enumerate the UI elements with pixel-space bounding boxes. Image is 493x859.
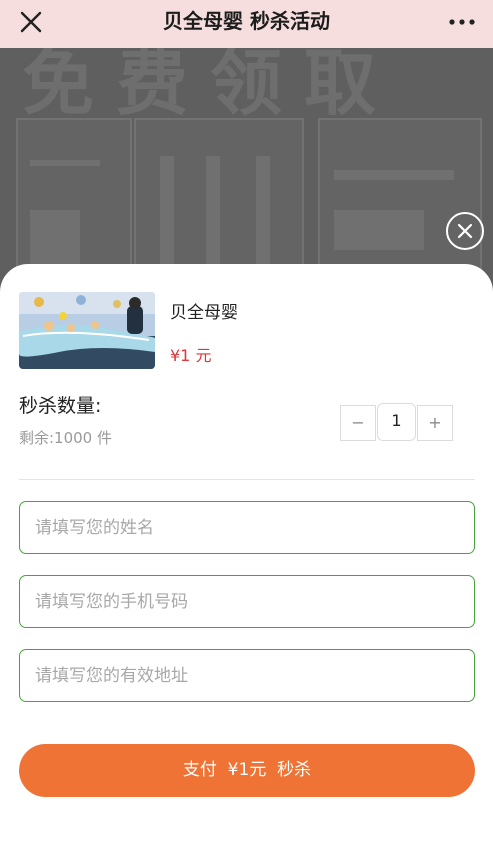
product-name: 贝全母婴: [170, 303, 238, 323]
stock-remaining: 剩余:1000 件: [19, 429, 112, 447]
quantity-value[interactable]: 1: [377, 403, 416, 441]
quantity-stepper: − 1 +: [340, 403, 453, 441]
divider: [19, 479, 475, 480]
increase-button[interactable]: +: [417, 405, 453, 441]
quantity-label: 秒杀数量:: [19, 395, 102, 417]
product-image: [19, 292, 155, 369]
more-horizontal-icon[interactable]: [448, 12, 476, 32]
top-nav-bar: 贝全母婴 秒杀活动: [0, 0, 493, 48]
product-price: ¥1 元: [170, 346, 212, 365]
close-circle-icon[interactable]: [446, 212, 484, 250]
pay-button[interactable]: 支付 ¥1元 秒杀: [19, 744, 475, 797]
purchase-sheet: 贝全母婴 ¥1 元 秒杀数量: 剩余:1000 件 − 1 + 支付 ¥1元 秒…: [0, 264, 493, 859]
phone-field[interactable]: [19, 575, 475, 628]
name-field[interactable]: [19, 501, 475, 554]
background-banner: 免费领取: [22, 48, 399, 118]
page-title: 贝全母婴 秒杀活动: [163, 9, 330, 33]
address-field[interactable]: [19, 649, 475, 702]
decrease-button[interactable]: −: [340, 405, 376, 441]
